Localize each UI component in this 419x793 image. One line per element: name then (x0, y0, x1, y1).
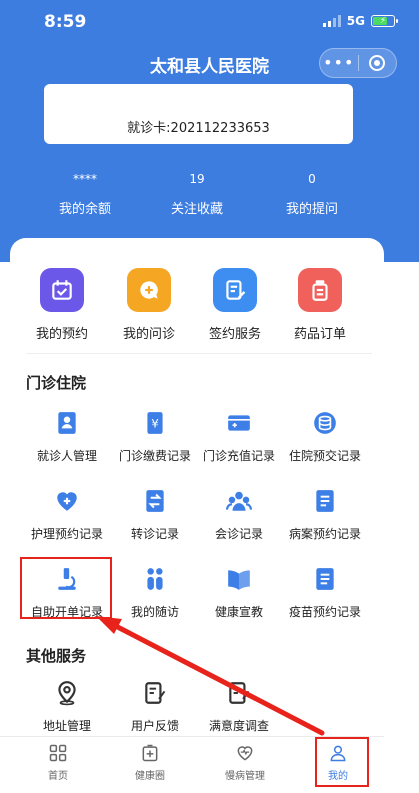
medical-record-icon (312, 488, 338, 514)
health-circle-icon (142, 744, 158, 762)
miniapp-capsule: ••• (319, 48, 397, 78)
stat-value: 0 (308, 172, 316, 186)
stat-label: 我的余额 (58, 202, 111, 217)
tab-chronic-disease[interactable]: 慢病管理 (205, 743, 285, 782)
survey-edit-icon (226, 680, 252, 706)
grid-item-address-management[interactable]: 地址管理 (22, 680, 112, 734)
grid-item-nursing-appointment[interactable]: 护理预约记录 (22, 488, 112, 542)
grid-label: 护理预约记录 (30, 527, 103, 541)
quick-my-consultations[interactable]: 我的问诊 (109, 268, 189, 342)
yuan-receipt-icon: ¥ (142, 410, 168, 436)
stat-favorites[interactable]: 19 关注收藏 (142, 172, 252, 217)
grid-item-consultation[interactable]: 会诊记录 (194, 488, 284, 542)
card-recharge-icon (226, 410, 252, 436)
document-edit-icon (213, 268, 257, 312)
tab-home[interactable]: 首页 (18, 743, 98, 782)
location-pin-icon (54, 680, 80, 706)
quick-label: 我的预约 (35, 327, 88, 342)
grid-label: 我的随访 (130, 605, 179, 619)
grid-item-outpatient-payment[interactable]: ¥ 门诊缴费记录 (110, 410, 200, 464)
grid-item-referral[interactable]: 转诊记录 (110, 488, 200, 542)
tab-label: 慢病管理 (225, 771, 265, 782)
open-book-icon (226, 566, 252, 592)
grid-item-medical-record-appointment[interactable]: 病案预约记录 (280, 488, 370, 542)
network-label: 5G (346, 14, 365, 28)
stat-questions[interactable]: 0 我的提问 (257, 172, 367, 217)
feedback-edit-icon (142, 680, 168, 706)
tab-label: 首页 (48, 771, 68, 782)
grid-item-outpatient-recharge[interactable]: 门诊充值记录 (194, 410, 284, 464)
grid-label: 门诊充值记录 (202, 449, 275, 463)
stat-value: 19 (189, 172, 205, 186)
quick-actions: 我的预约 我的问诊 签约服务 药品订单 (22, 268, 372, 342)
vaccine-record-icon (312, 566, 338, 592)
grid-label: 疫苗预约记录 (288, 605, 361, 619)
chat-plus-icon (127, 268, 171, 312)
grid-item-satisfaction-survey[interactable]: 满意度调查 (194, 680, 284, 734)
quick-my-appointments[interactable]: 我的预约 (22, 268, 102, 342)
patient-card-icon (54, 410, 80, 436)
stat-value: **** (73, 172, 97, 186)
close-miniapp-button[interactable] (359, 55, 397, 71)
grid-label: 地址管理 (42, 719, 91, 733)
home-grid-icon (49, 744, 67, 762)
stats-row: **** 我的余额 19 关注收藏 0 我的提问 (30, 172, 390, 222)
grid-item-my-follow-up[interactable]: 我的随访 (110, 566, 200, 620)
annotation-highlight-box (315, 737, 369, 787)
tab-label: 健康圈 (135, 771, 165, 782)
grid-label: 会诊记录 (214, 527, 263, 541)
grid-label: 健康宣教 (214, 605, 263, 619)
grid-label: 住院预交记录 (288, 449, 361, 463)
grid-label: 满意度调查 (208, 719, 269, 733)
stat-balance[interactable]: **** 我的余额 (30, 172, 140, 217)
tab-health-circle[interactable]: 健康圈 (110, 743, 190, 782)
grid-label: 门诊缴费记录 (118, 449, 191, 463)
quick-contract-service[interactable]: 签约服务 (195, 268, 275, 342)
card-number: 就诊卡:202112233653 (127, 121, 270, 136)
transfer-arrows-icon (142, 488, 168, 514)
grid-item-patient-management[interactable]: 就诊人管理 (22, 410, 112, 464)
section-divider (26, 353, 372, 354)
group-people-icon (226, 488, 252, 514)
svg-text:¥: ¥ (151, 416, 159, 430)
grid-item-health-education[interactable]: 健康宣教 (194, 566, 284, 620)
section-title-outpatient: 门诊住院 (26, 374, 87, 392)
chronic-heart-icon (237, 746, 253, 761)
stat-label: 我的提问 (285, 202, 338, 217)
more-menu-button[interactable]: ••• (320, 48, 358, 78)
grid-label: 转诊记录 (130, 527, 179, 541)
signal-icon (322, 15, 341, 27)
grid-label: 就诊人管理 (36, 449, 97, 463)
stat-label: 关注收藏 (170, 202, 223, 217)
coin-stack-icon (312, 410, 338, 436)
quick-label: 药品订单 (293, 327, 346, 342)
heart-plus-icon (54, 488, 80, 514)
status-indicators: 5G ⚡ (322, 14, 398, 28)
status-bar: 8:59 5G ⚡ (0, 0, 419, 44)
grid-label: 用户反馈 (130, 719, 179, 733)
grid-label: 病案预约记录 (288, 527, 361, 541)
medicine-bottle-icon (298, 268, 342, 312)
grid-item-vaccine-appointment[interactable]: 疫苗预约记录 (280, 566, 370, 620)
annotation-highlight-box (20, 557, 112, 619)
section-title-other-services: 其他服务 (26, 647, 87, 665)
calendar-check-icon (40, 268, 84, 312)
quick-medicine-orders[interactable]: 药品订单 (280, 268, 360, 342)
quick-label: 签约服务 (208, 327, 261, 342)
grid-item-inpatient-prepay[interactable]: 住院预交记录 (280, 410, 370, 464)
patient-card[interactable]: 就诊卡:202112233653 (44, 84, 353, 144)
grid-item-user-feedback[interactable]: 用户反馈 (110, 680, 200, 734)
follow-up-icon (142, 566, 168, 592)
quick-label: 我的问诊 (122, 327, 175, 342)
status-time: 8:59 (44, 12, 87, 32)
target-circle-icon (369, 55, 386, 71)
battery-icon: ⚡ (371, 15, 398, 27)
